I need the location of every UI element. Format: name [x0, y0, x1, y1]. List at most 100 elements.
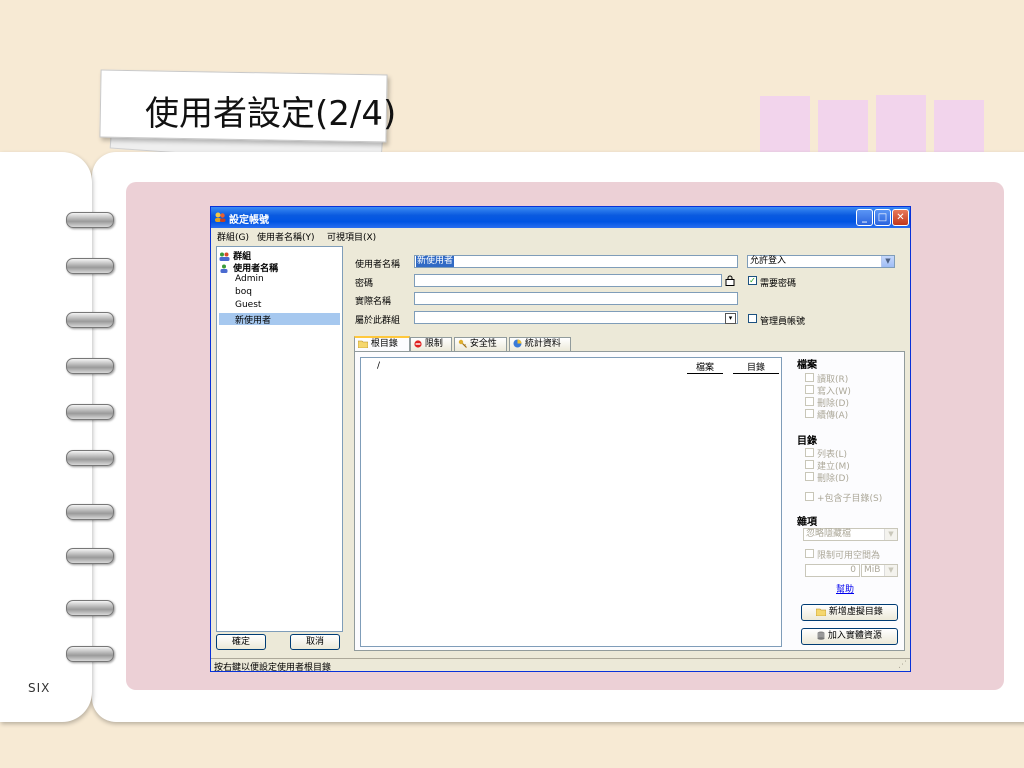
root-entry[interactable]: /	[377, 361, 380, 371]
quota-value: 0	[850, 565, 856, 575]
login-option-select[interactable]: 允許登入 ▼	[747, 255, 895, 268]
database-icon	[817, 631, 825, 640]
group-label: 屬於此群組	[355, 316, 401, 326]
tree-user-item[interactable]: Guest	[235, 300, 261, 310]
binder-ring	[66, 404, 114, 420]
close-icon: ✕	[896, 212, 905, 223]
deco-square	[818, 100, 868, 152]
chevron-down-icon: ▼	[884, 565, 897, 576]
perm-subdirs-checkbox[interactable]	[805, 492, 814, 501]
admin-account-label: 管理員帳號	[760, 317, 806, 327]
hidden-files-select[interactable]: 忽略隱藏檔 ▼	[803, 528, 898, 541]
binder-ring	[66, 358, 114, 374]
tab-panel: / 檔案 目錄 檔案 讀取(R) 寫入(W) 刪除(D) 續傳(A) 目錄 列表…	[354, 351, 905, 651]
resize-grip-icon[interactable]: ⋰	[898, 660, 907, 670]
add-physical-resource-label: 加入實體資源	[827, 631, 882, 641]
tab-label: 統計資料	[524, 339, 561, 349]
username-label: 使用者名稱	[355, 260, 401, 270]
perm-list-checkbox[interactable]	[805, 448, 814, 457]
quota-label: 限制可用空間為	[817, 551, 881, 561]
users-icon	[215, 212, 226, 222]
binder-ring	[66, 450, 114, 466]
tree-users-label: 使用者名稱	[233, 264, 279, 274]
checkmark-icon: ✓	[749, 276, 756, 285]
tab-security[interactable]: 安全性	[454, 337, 507, 351]
binder-ring	[66, 548, 114, 564]
slide-title: 使用者設定(2/4)	[145, 94, 397, 134]
account-settings-window: 設定帳號 _ □ ✕ 群組(G) 使用者名稱(Y) 可視項目(X) 群組 使用者…	[210, 206, 911, 673]
add-virtual-dir-label: 新增虛擬目錄	[828, 607, 883, 617]
username-input[interactable]: 新使用者	[414, 255, 738, 268]
perm-append-label: 續傳(A)	[817, 411, 849, 421]
menu-groups[interactable]: 群組(G)	[217, 230, 249, 243]
stop-icon	[414, 339, 422, 348]
binder-ring	[66, 212, 114, 228]
misc-heading: 雜項	[797, 517, 817, 528]
deco-square	[760, 96, 810, 152]
status-text: 按右鍵以便設定使用者根目錄	[214, 663, 332, 673]
add-virtual-dir-button[interactable]: 新增虛擬目錄	[801, 604, 898, 621]
add-physical-resource-button[interactable]: 加入實體資源	[801, 628, 898, 645]
group-icon	[219, 252, 230, 261]
binder-ring	[66, 600, 114, 616]
deco-square	[934, 100, 984, 152]
cancel-button[interactable]: 取消	[290, 634, 340, 650]
menu-view[interactable]: 可視項目(X)	[327, 230, 376, 243]
tree-user-item[interactable]: boq	[235, 287, 252, 297]
perm-rmdir-checkbox[interactable]	[805, 472, 814, 481]
maximize-button[interactable]: □	[874, 209, 891, 226]
perm-subdirs-label: +包含子目錄(S)	[817, 494, 883, 504]
binder-ring	[66, 504, 114, 520]
login-option-value: 允許登入	[750, 256, 787, 266]
user-icon	[220, 264, 228, 273]
tree-users-node[interactable]: 使用者名稱	[219, 261, 278, 274]
slide-footer: SIX	[28, 681, 51, 695]
password-input[interactable]	[414, 274, 722, 287]
group-select[interactable]: ▾	[414, 311, 738, 324]
quota-unit-value: MiB	[864, 565, 881, 575]
admin-account-checkbox[interactable]	[748, 314, 757, 323]
key-icon	[458, 339, 467, 348]
ok-button[interactable]: 確定	[216, 634, 266, 650]
binder-ring	[66, 646, 114, 662]
chevron-down-icon: ▼	[884, 529, 897, 540]
require-password-checkbox[interactable]: ✓	[748, 276, 757, 285]
tree-user-item-selected[interactable]: 新使用者	[219, 313, 340, 326]
minimize-icon: _	[862, 212, 867, 223]
tab-root-directory[interactable]: 根目錄	[354, 336, 410, 351]
deco-square	[876, 95, 926, 152]
perm-read-checkbox[interactable]	[805, 373, 814, 382]
tree-user-item[interactable]: Admin	[235, 274, 264, 284]
quota-checkbox[interactable]	[805, 549, 814, 558]
notebook-left-tab	[0, 152, 92, 722]
tab-limits[interactable]: 限制	[410, 337, 452, 351]
user-tree[interactable]: 群組 使用者名稱 Admin boq Guest 新使用者	[216, 246, 343, 632]
lock-icon[interactable]	[725, 275, 735, 286]
dirs-heading: 目錄	[797, 436, 817, 447]
column-files[interactable]: 檔案	[687, 360, 723, 374]
status-bar: 按右鍵以便設定使用者根目錄 ⋰	[211, 658, 910, 673]
chevron-down-icon: ▼	[881, 256, 894, 267]
help-link[interactable]: 幫助	[836, 582, 854, 595]
perm-mkdir-checkbox[interactable]	[805, 460, 814, 469]
realname-input[interactable]	[414, 292, 738, 305]
dropdown-icon: ▾	[725, 313, 736, 324]
minimize-button[interactable]: _	[856, 209, 873, 226]
perm-append-checkbox[interactable]	[805, 409, 814, 418]
menu-users[interactable]: 使用者名稱(Y)	[257, 230, 315, 243]
binder-ring	[66, 312, 114, 328]
realname-label: 實際名稱	[355, 297, 392, 307]
window-titlebar[interactable]: 設定帳號 _ □ ✕	[211, 207, 910, 228]
quota-unit-select[interactable]: MiB ▼	[861, 564, 898, 577]
chart-pie-icon	[513, 339, 522, 348]
directory-list[interactable]: / 檔案 目錄	[360, 357, 782, 647]
column-dirs[interactable]: 目錄	[733, 360, 779, 374]
quota-input[interactable]: 0	[805, 564, 860, 577]
require-password-label: 需要密碼	[760, 279, 797, 289]
folder-icon	[358, 340, 368, 348]
menu-bar: 群組(G) 使用者名稱(Y) 可視項目(X)	[211, 228, 910, 243]
perm-write-checkbox[interactable]	[805, 385, 814, 394]
tab-statistics[interactable]: 統計資料	[509, 337, 571, 351]
perm-delete-checkbox[interactable]	[805, 397, 814, 406]
close-button[interactable]: ✕	[892, 209, 909, 226]
